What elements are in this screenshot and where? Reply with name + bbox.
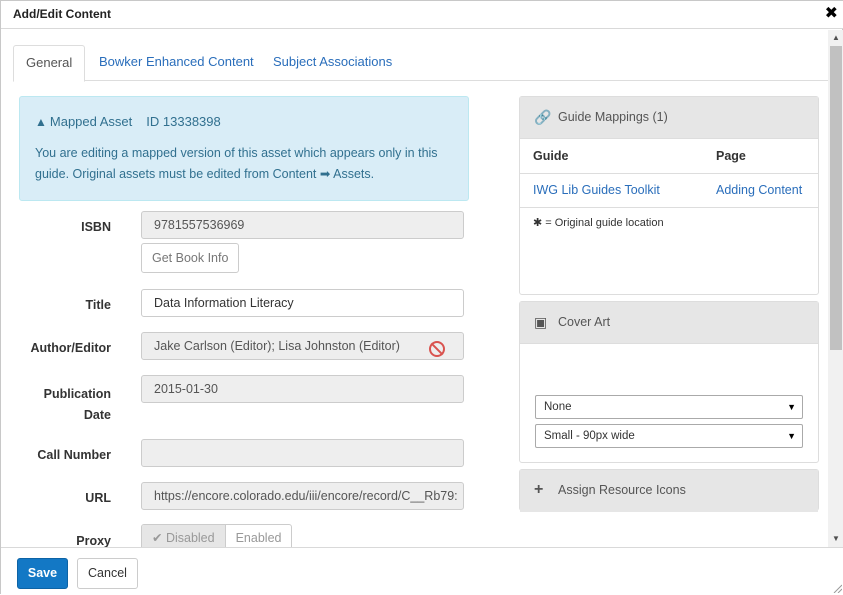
- mapped-asset-alert: ▲ Mapped Asset ID 13338398 You are editing…: [19, 96, 469, 201]
- original-location-note: ✱ = Original guide location: [533, 216, 664, 229]
- call-number-field[interactable]: [141, 439, 464, 467]
- publication-date-field[interactable]: 2015-01-30: [141, 375, 464, 403]
- publication-date-label-line2: Date: [83, 408, 111, 422]
- resource-icons-header[interactable]: + Assign Resource Icons: [520, 470, 818, 512]
- no-entry-icon[interactable]: [429, 341, 445, 357]
- col-guide: Guide: [520, 139, 703, 174]
- chevron-down-icon: ▼: [787, 431, 796, 441]
- url-field[interactable]: https://encore.colorado.edu/iii/encore/r…: [141, 482, 464, 510]
- dialog-footer: Save Cancel: [1, 547, 843, 595]
- alert-message: You are editing a mapped version of this…: [35, 143, 455, 185]
- page-link[interactable]: Adding Content: [703, 173, 818, 208]
- isbn-label: ISBN: [81, 220, 111, 234]
- cover-art-source-select[interactable]: None ▼: [535, 395, 803, 419]
- guide-mappings-table: Guide Page IWG Lib Guides Toolkit Adding…: [520, 139, 818, 208]
- alert-message-tail: Assets.: [330, 167, 375, 181]
- image-icon: ▣: [534, 314, 548, 330]
- cover-art-header[interactable]: ▣ Cover Art: [520, 302, 818, 344]
- close-icon[interactable]: ✖: [825, 4, 838, 24]
- tab-general[interactable]: General: [13, 45, 86, 82]
- link-icon: 🔗: [534, 109, 552, 125]
- proxy-label: Proxy: [76, 534, 111, 547]
- publication-date-label-line1: Publication: [43, 387, 111, 401]
- chevron-down-icon: ▼: [787, 402, 796, 412]
- tab-bar: General Bowker Enhanced Content Subject …: [13, 45, 828, 82]
- cancel-button[interactable]: Cancel: [77, 558, 138, 589]
- cover-art-source-value: None: [544, 401, 572, 413]
- isbn-field[interactable]: 9781557536969: [141, 211, 464, 239]
- cover-art-title: Cover Art: [558, 315, 611, 329]
- alert-message-text: You are editing a mapped version of this…: [35, 146, 438, 181]
- warning-icon: ▲: [35, 115, 47, 129]
- tab-subject-associations[interactable]: Subject Associations: [261, 45, 404, 81]
- dialog-title: Add/Edit Content: [13, 7, 111, 21]
- scroll-up-icon[interactable]: ▲: [828, 30, 843, 46]
- guide-mappings-panel: 🔗 Guide Mappings (1) Guide Page IWG Lib …: [519, 96, 819, 295]
- title-label: Title: [85, 298, 111, 312]
- resize-grip-icon[interactable]: [832, 583, 842, 593]
- proxy-disabled-option[interactable]: ✔ Disabled: [142, 525, 226, 547]
- proxy-toggle: ✔ Disabled Enabled: [141, 524, 293, 547]
- guide-link[interactable]: IWG Lib Guides Toolkit: [520, 173, 703, 208]
- guide-mappings-title: Guide Mappings (1): [558, 110, 668, 124]
- scroll-down-icon[interactable]: ▼: [828, 531, 843, 547]
- scrollbar-thumb[interactable]: [830, 46, 842, 350]
- publication-date-label: Publication Date: [11, 384, 111, 426]
- author-editor-field[interactable]: Jake Carlson (Editor); Lisa Johnston (Ed…: [141, 332, 464, 360]
- add-edit-content-dialog: Add/Edit Content ✖ General Bowker Enhanc…: [0, 0, 843, 595]
- cover-art-size-select[interactable]: Small - 90px wide ▼: [535, 424, 803, 448]
- resource-icons-title: Assign Resource Icons: [558, 483, 686, 497]
- alert-heading: ▲ Mapped Asset ID 13338398: [35, 114, 221, 129]
- arrow-right-icon: ➡: [319, 167, 331, 181]
- resource-icons-panel: + Assign Resource Icons: [519, 469, 819, 512]
- dialog-body: General Bowker Enhanced Content Subject …: [1, 30, 843, 547]
- plus-icon: +: [534, 481, 544, 498]
- tab-bowker-enhanced-content[interactable]: Bowker Enhanced Content: [87, 45, 266, 81]
- alert-title: Mapped Asset: [49, 114, 133, 129]
- author-editor-label: Author/Editor: [30, 341, 111, 355]
- cover-art-panel: ▣ Cover Art None ▼ Small - 90px wide ▼: [519, 301, 819, 463]
- call-number-label: Call Number: [37, 448, 111, 462]
- save-button[interactable]: Save: [17, 558, 68, 589]
- scrollbar[interactable]: ▲ ▼: [828, 30, 843, 547]
- title-field[interactable]: Data Information Literacy: [141, 289, 464, 317]
- cover-art-size-value: Small - 90px wide: [544, 430, 635, 442]
- col-page: Page: [703, 139, 818, 174]
- table-row: IWG Lib Guides Toolkit Adding Content: [520, 173, 818, 208]
- dialog-titlebar: Add/Edit Content ✖: [1, 1, 843, 29]
- asset-id: ID 13338398: [146, 114, 221, 129]
- guide-mappings-header[interactable]: 🔗 Guide Mappings (1): [520, 97, 818, 139]
- proxy-enabled-option[interactable]: Enabled: [226, 525, 292, 547]
- url-label: URL: [85, 491, 111, 505]
- get-book-info-button[interactable]: Get Book Info: [141, 243, 240, 273]
